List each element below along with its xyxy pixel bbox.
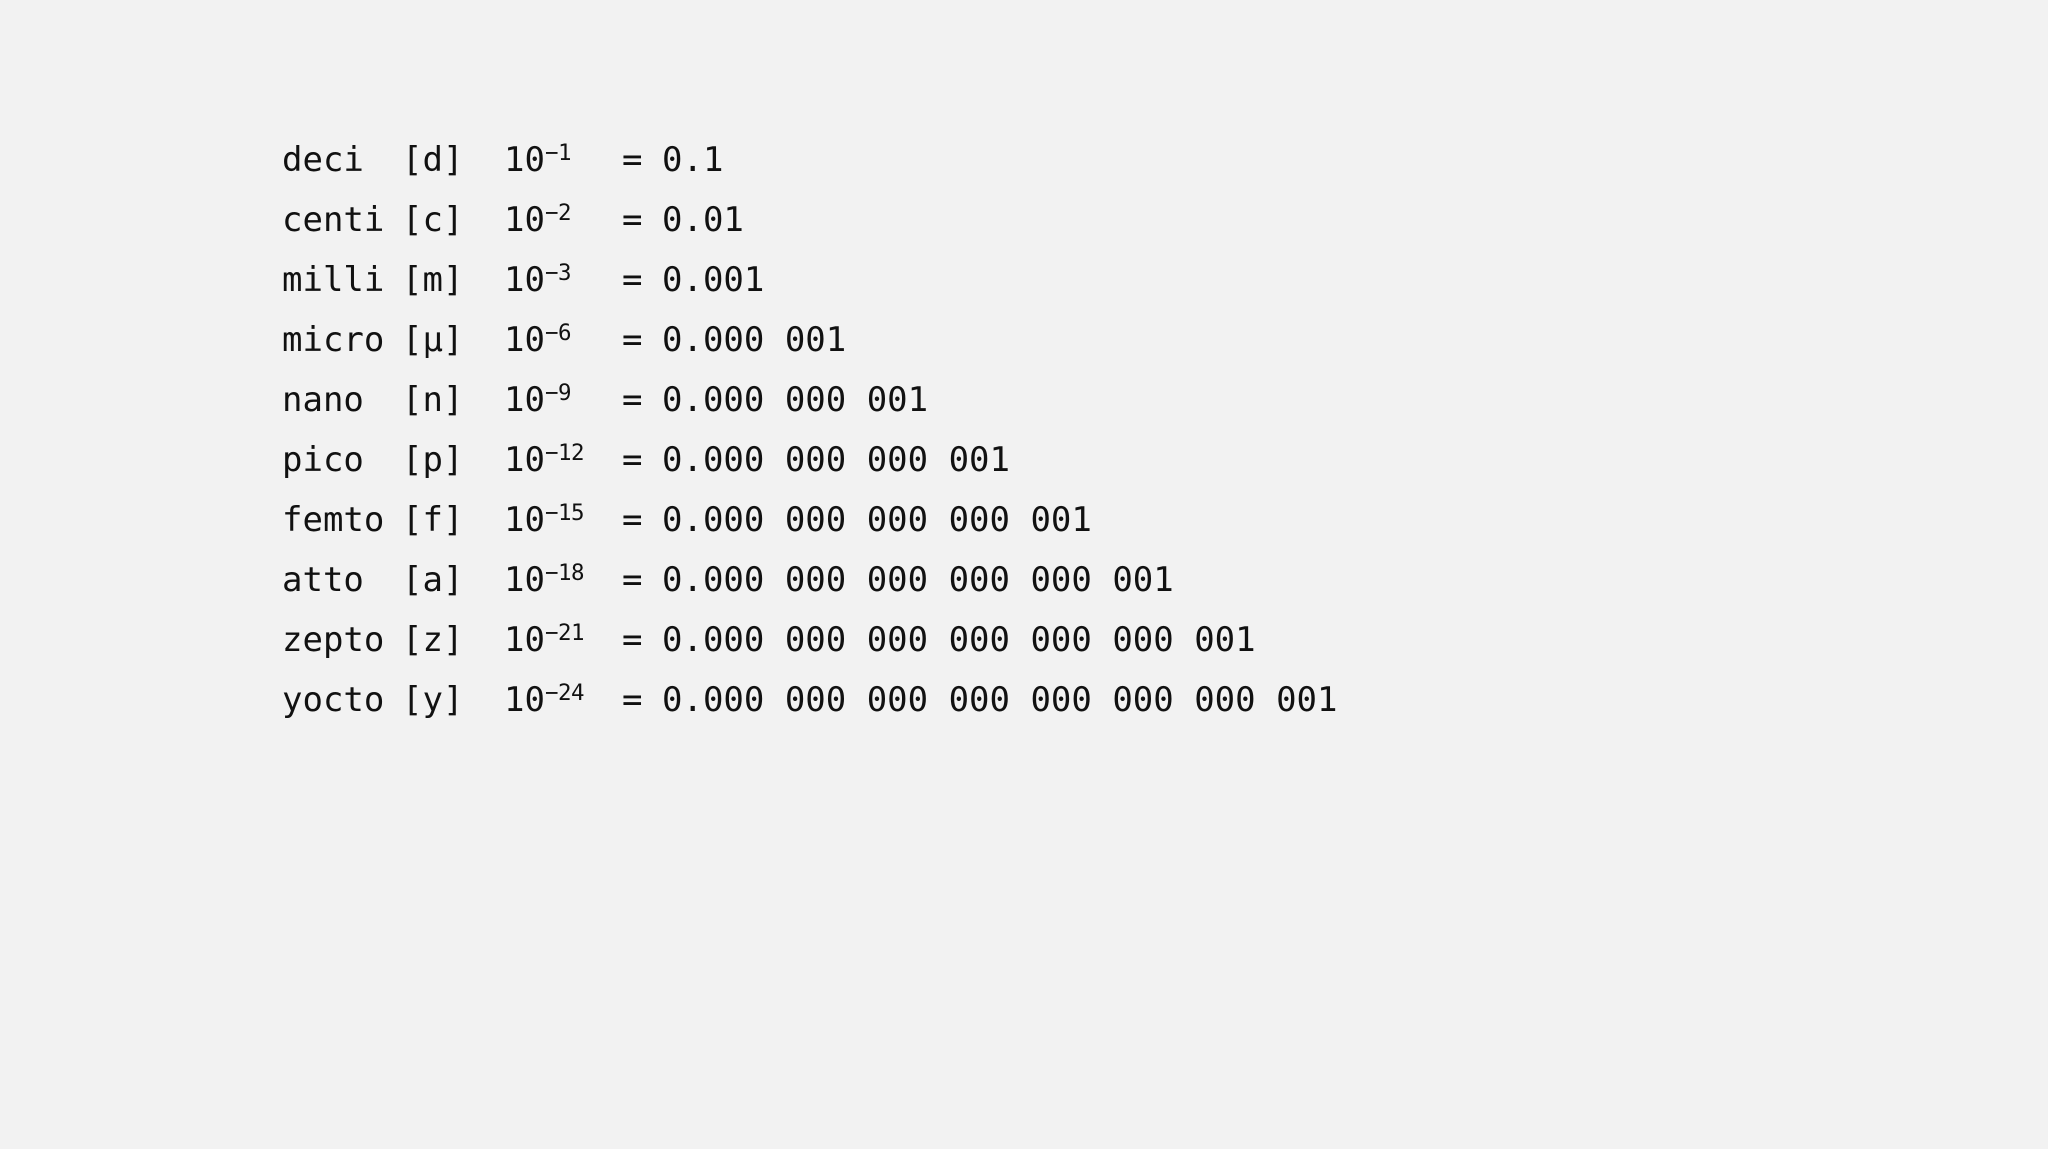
prefix-name: femto bbox=[282, 500, 402, 540]
power-of-ten: 10−3 bbox=[504, 260, 622, 300]
power-exponent: −15 bbox=[545, 500, 584, 526]
equals-sign: = bbox=[622, 500, 662, 540]
table-row: zepto [z] 10−21 = 0.000 000 000 000 000 … bbox=[282, 620, 1338, 660]
decimal-value: 0.000 000 000 000 001 bbox=[662, 500, 1338, 540]
power-base: 10 bbox=[504, 500, 545, 540]
prefix-name: deci bbox=[282, 140, 402, 180]
table-row: atto [a] 10−18 = 0.000 000 000 000 000 0… bbox=[282, 560, 1338, 600]
equals-sign: = bbox=[622, 560, 662, 600]
power-exponent: −9 bbox=[545, 380, 571, 406]
table-row: nano [n] 10−9 = 0.000 000 001 bbox=[282, 380, 1338, 420]
decimal-value: 0.000 000 000 000 000 000 000 001 bbox=[662, 680, 1338, 720]
table-row: milli [m] 10−3 = 0.001 bbox=[282, 260, 1338, 300]
prefix-name: pico bbox=[282, 440, 402, 480]
table-row: micro [μ] 10−6 = 0.000 001 bbox=[282, 320, 1338, 360]
power-exponent: −18 bbox=[545, 560, 584, 586]
power-base: 10 bbox=[504, 200, 545, 240]
power-exponent: −6 bbox=[545, 320, 571, 346]
decimal-value: 0.000 001 bbox=[662, 320, 1338, 360]
prefix-symbol: [m] bbox=[402, 260, 504, 300]
prefix-name: zepto bbox=[282, 620, 402, 660]
power-exponent: −2 bbox=[545, 200, 571, 226]
equals-sign: = bbox=[622, 320, 662, 360]
prefix-symbol: [μ] bbox=[402, 320, 504, 360]
si-prefix-slide: deci [d] 10−1 = 0.1 centi [c] 10−2 = 0.0… bbox=[0, 0, 2048, 1149]
prefix-name: centi bbox=[282, 200, 402, 240]
decimal-value: 0.1 bbox=[662, 140, 1338, 180]
equals-sign: = bbox=[622, 200, 662, 240]
decimal-value: 0.000 000 000 001 bbox=[662, 440, 1338, 480]
power-of-ten: 10−21 bbox=[504, 620, 622, 660]
table-row: pico [p] 10−12 = 0.000 000 000 001 bbox=[282, 440, 1338, 480]
table-row: femto [f] 10−15 = 0.000 000 000 000 001 bbox=[282, 500, 1338, 540]
table-row: deci [d] 10−1 = 0.1 bbox=[282, 140, 1338, 180]
prefix-symbol: [n] bbox=[402, 380, 504, 420]
power-of-ten: 10−6 bbox=[504, 320, 622, 360]
prefix-name: milli bbox=[282, 260, 402, 300]
prefix-symbol: [c] bbox=[402, 200, 504, 240]
power-base: 10 bbox=[504, 560, 545, 600]
power-base: 10 bbox=[504, 620, 545, 660]
power-of-ten: 10−1 bbox=[504, 140, 622, 180]
equals-sign: = bbox=[622, 680, 662, 720]
equals-sign: = bbox=[622, 260, 662, 300]
power-exponent: −3 bbox=[545, 260, 571, 286]
power-of-ten: 10−12 bbox=[504, 440, 622, 480]
power-of-ten: 10−9 bbox=[504, 380, 622, 420]
power-base: 10 bbox=[504, 680, 545, 720]
decimal-value: 0.000 000 001 bbox=[662, 380, 1338, 420]
power-exponent: −1 bbox=[545, 140, 571, 166]
power-base: 10 bbox=[504, 260, 545, 300]
power-exponent: −21 bbox=[545, 620, 584, 646]
equals-sign: = bbox=[622, 440, 662, 480]
equals-sign: = bbox=[622, 140, 662, 180]
power-of-ten: 10−15 bbox=[504, 500, 622, 540]
prefix-name: atto bbox=[282, 560, 402, 600]
power-of-ten: 10−18 bbox=[504, 560, 622, 600]
power-exponent: −12 bbox=[545, 440, 584, 466]
prefix-symbol: [a] bbox=[402, 560, 504, 600]
prefix-symbol: [p] bbox=[402, 440, 504, 480]
prefix-name: micro bbox=[282, 320, 402, 360]
power-base: 10 bbox=[504, 380, 545, 420]
prefix-name: nano bbox=[282, 380, 402, 420]
power-of-ten: 10−24 bbox=[504, 680, 622, 720]
equals-sign: = bbox=[622, 620, 662, 660]
power-base: 10 bbox=[504, 440, 545, 480]
decimal-value: 0.000 000 000 000 000 001 bbox=[662, 560, 1338, 600]
equals-sign: = bbox=[622, 380, 662, 420]
table-row: centi [c] 10−2 = 0.01 bbox=[282, 200, 1338, 240]
prefix-name: yocto bbox=[282, 680, 402, 720]
prefix-symbol: [z] bbox=[402, 620, 504, 660]
decimal-value: 0.01 bbox=[662, 200, 1338, 240]
decimal-value: 0.001 bbox=[662, 260, 1338, 300]
prefix-symbol: [y] bbox=[402, 680, 504, 720]
prefix-symbol: [d] bbox=[402, 140, 504, 180]
table-row: yocto [y] 10−24 = 0.000 000 000 000 000 … bbox=[282, 680, 1338, 720]
si-prefix-table: deci [d] 10−1 = 0.1 centi [c] 10−2 = 0.0… bbox=[282, 120, 1338, 740]
power-base: 10 bbox=[504, 140, 545, 180]
prefix-symbol: [f] bbox=[402, 500, 504, 540]
power-base: 10 bbox=[504, 320, 545, 360]
decimal-value: 0.000 000 000 000 000 000 001 bbox=[662, 620, 1338, 660]
power-of-ten: 10−2 bbox=[504, 200, 622, 240]
power-exponent: −24 bbox=[545, 680, 584, 706]
